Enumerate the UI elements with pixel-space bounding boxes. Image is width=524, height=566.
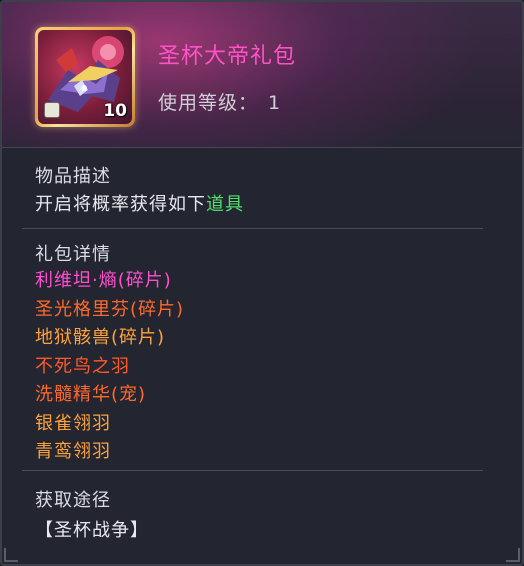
divider (22, 470, 483, 471)
level-value: 1 (268, 92, 282, 114)
level-label: 使用等级： (158, 92, 259, 114)
reward-item[interactable]: 不死鸟之羽 (35, 352, 130, 378)
item-count: 10 (103, 101, 127, 121)
item-tooltip: 10 圣杯大帝礼包 使用等级： 1 物品描述 开启将概率获得如下道具 礼包详情 利… (0, 0, 524, 566)
description-text: 开启将概率获得如下道具 (35, 190, 244, 216)
reward-item[interactable]: 圣光格里芬(碎片) (35, 295, 184, 321)
corner-ornament (506, 548, 520, 562)
gift-pack-icon: 10 (38, 30, 132, 124)
description-title: 物品描述 (35, 166, 111, 187)
description-body: 开启将概率获得如下 (35, 194, 206, 215)
description-highlight: 道具 (206, 194, 244, 215)
source-value[interactable]: 【圣杯战争】 (35, 516, 149, 542)
details-title: 礼包详情 (35, 244, 111, 265)
reward-item[interactable]: 洗髓精华(宠) (35, 380, 146, 406)
item-name: 圣杯大帝礼包 (158, 44, 297, 69)
item-icon-frame[interactable]: 10 (35, 27, 135, 127)
level-row: 使用等级： 1 (158, 88, 281, 115)
corner-ornament (4, 548, 18, 562)
bind-icon (44, 102, 60, 118)
tooltip-header: 10 圣杯大帝礼包 使用等级： 1 (2, 2, 522, 148)
reward-item[interactable]: 利维坦·熵(碎片) (35, 266, 172, 292)
source-title: 获取途径 (35, 490, 111, 511)
reward-item[interactable]: 青鸾翎羽 (35, 437, 111, 463)
divider (22, 228, 483, 229)
reward-item[interactable]: 银雀翎羽 (35, 409, 111, 435)
reward-item[interactable]: 地狱骸兽(碎片) (35, 323, 165, 349)
